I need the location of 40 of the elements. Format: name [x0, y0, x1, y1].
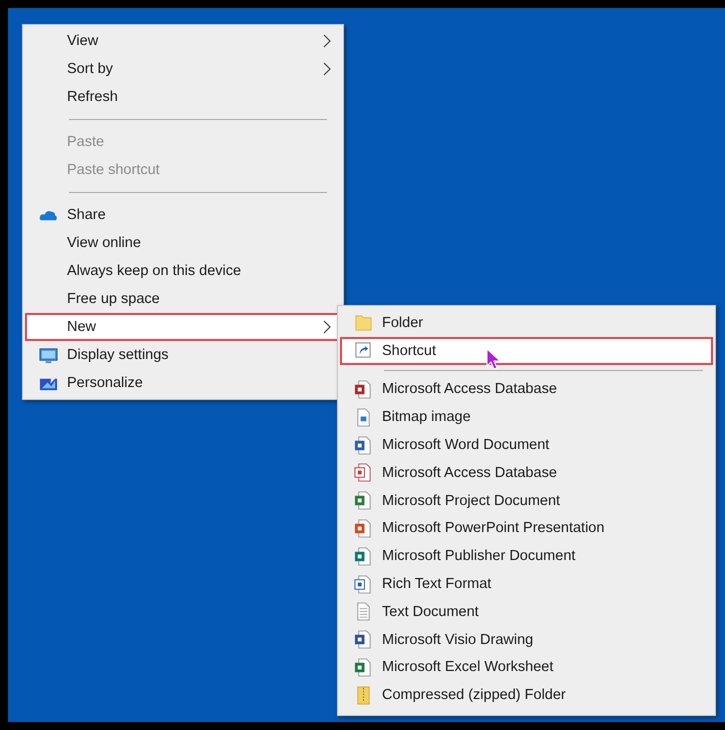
menu-item[interactable]: Microsoft Publisher Document	[340, 542, 713, 570]
menu-item[interactable]: Bitmap image	[340, 403, 713, 432]
menu-item[interactable]: Folder	[340, 309, 713, 337]
menu-item[interactable]: Shortcut	[340, 336, 713, 365]
menu-item[interactable]: Personalize	[25, 369, 341, 397]
menu-item[interactable]: Microsoft Project Document	[340, 486, 713, 515]
word-file-icon	[354, 436, 373, 455]
menu-item[interactable]: Compressed (zipped) Folder	[340, 681, 713, 710]
project-file-icon	[354, 491, 373, 510]
chevron-icon	[323, 62, 331, 76]
menu-item[interactable]: Sort by	[25, 55, 341, 83]
publisher-file-icon	[354, 546, 373, 566]
menu-item[interactable]: Share	[25, 201, 341, 229]
menu-item[interactable]: Microsoft PowerPoint Presentation	[340, 514, 713, 542]
chevron-icon	[323, 320, 331, 334]
menu-item[interactable]: Refresh	[25, 83, 341, 111]
access-file-icon	[354, 463, 373, 482]
menu-item[interactable]: Display settings	[25, 341, 341, 369]
menu-item[interactable]: Microsoft Visio Drawing	[340, 626, 713, 654]
menu-item[interactable]: Microsoft Access Database	[340, 458, 713, 487]
menu-item[interactable]: View	[25, 27, 341, 55]
monitor-icon	[39, 346, 58, 364]
menu-item[interactable]: Microsoft Word Document	[340, 431, 713, 459]
document-file-icon	[354, 574, 373, 594]
visio-file-icon	[354, 630, 373, 650]
powerpoint-file-icon	[354, 518, 373, 538]
menu-item[interactable]: Always keep on this device	[25, 257, 341, 285]
access-file-icon	[354, 380, 373, 399]
menu-item[interactable]: Microsoft Excel Worksheet	[340, 654, 713, 682]
cursor-icon	[486, 348, 502, 370]
menu-item[interactable]: Rich Text Format	[340, 570, 713, 598]
excel-file-icon	[354, 658, 373, 677]
folder-icon	[354, 313, 373, 332]
chevron-icon	[323, 34, 331, 48]
menu-item[interactable]: View online	[25, 229, 341, 257]
personalize-icon	[39, 374, 58, 392]
menu-item[interactable]: Text Document	[340, 598, 713, 626]
menu-item[interactable]: Free up space	[25, 285, 341, 313]
shortcut-icon	[354, 341, 373, 360]
menu-item[interactable]: Microsoft Access Database	[340, 376, 713, 404]
